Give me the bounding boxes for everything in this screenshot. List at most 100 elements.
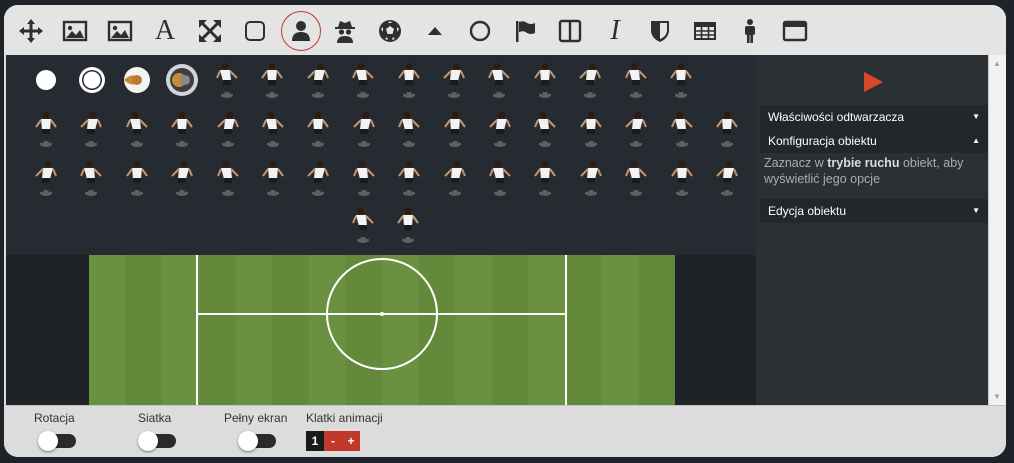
player-sprite-item[interactable]: [392, 109, 426, 149]
player-tool[interactable]: [281, 11, 321, 51]
player-sprite-icon: [670, 111, 693, 147]
player-sprite-item[interactable]: [211, 109, 245, 149]
shield-tool[interactable]: [641, 12, 679, 50]
triangle-icon: [428, 27, 442, 35]
player-sprite-item[interactable]: [347, 158, 381, 198]
player-sprite-item[interactable]: [301, 109, 335, 149]
object-edit-section[interactable]: Edycja obiektu ▼: [760, 199, 988, 223]
image-tool[interactable]: [56, 12, 94, 50]
stage-area: [6, 255, 756, 405]
player-sprite-icon: [443, 111, 466, 147]
player-properties-section[interactable]: Właściwości odtwarzacza ▼: [760, 105, 988, 129]
player-sprite-item[interactable]: [665, 109, 699, 149]
scroll-up-arrow[interactable]: ▲: [993, 59, 1001, 68]
player-sprite-item[interactable]: [619, 60, 653, 100]
spy-icon: [335, 21, 355, 43]
pitch-stripes: [89, 255, 675, 405]
window-tool[interactable]: [776, 12, 814, 50]
player-sprite-item[interactable]: [619, 158, 653, 198]
player-sprite-item[interactable]: [619, 109, 653, 149]
player-sprite-item[interactable]: [74, 158, 108, 198]
player-sprite-item[interactable]: [710, 158, 744, 198]
hint-bold-text: trybie ruchu: [827, 156, 900, 170]
remove-frame-button[interactable]: -: [324, 431, 342, 451]
flag-tool[interactable]: [506, 12, 544, 50]
player-sprite-item[interactable]: [255, 60, 289, 100]
player-sprite-item[interactable]: [392, 158, 426, 198]
ring-dot-item[interactable]: [75, 60, 109, 100]
expand-tool[interactable]: [191, 12, 229, 50]
player-sprite-item[interactable]: [438, 158, 472, 198]
player-sprite-item[interactable]: [573, 60, 607, 100]
player-sprite-icon: [171, 111, 194, 147]
grass-stripe: [565, 255, 603, 405]
player-sprite-item[interactable]: [574, 158, 608, 198]
move-tool[interactable]: [12, 12, 50, 50]
scroll-down-arrow[interactable]: ▼: [993, 392, 1001, 401]
object-config-section[interactable]: Konfiguracja obiektu ▲: [760, 129, 988, 153]
player-sprite-icon: [307, 111, 330, 147]
scrollbar[interactable]: ▲ ▼: [988, 55, 1006, 405]
player-sprite-item[interactable]: [210, 60, 244, 100]
player-sprite-item[interactable]: [256, 109, 290, 149]
player-sprite-item[interactable]: [346, 60, 380, 100]
add-frame-button[interactable]: +: [342, 431, 360, 451]
table-tool[interactable]: [686, 12, 724, 50]
player-sprite-item[interactable]: [710, 109, 744, 149]
player-sprite-item[interactable]: [482, 60, 516, 100]
player-sprite-item[interactable]: [528, 109, 562, 149]
player-sprite-icon: [580, 160, 602, 196]
image-alt-tool[interactable]: [101, 12, 139, 50]
player-sprite-item[interactable]: [483, 109, 517, 149]
football-pitch[interactable]: [89, 255, 675, 405]
toggle-knob: [138, 431, 158, 451]
fullscreen-toggle[interactable]: [238, 431, 276, 451]
player-sprite-item[interactable]: [528, 60, 562, 100]
player-sprite-item[interactable]: [664, 60, 698, 100]
player-sprite-item[interactable]: [391, 205, 425, 245]
player-sprite-item[interactable]: [665, 158, 699, 198]
player-sprite-item[interactable]: [29, 109, 63, 149]
player-sprite-item[interactable]: [211, 158, 245, 198]
rounded-square-icon: [245, 21, 265, 41]
player-sprite-item[interactable]: [528, 158, 562, 198]
referee-tool[interactable]: [326, 12, 364, 50]
player-sprite-item[interactable]: [74, 109, 108, 149]
ball-item[interactable]: [120, 60, 154, 100]
player-sprite-item[interactable]: [120, 109, 154, 149]
player-sprite-item[interactable]: [438, 109, 472, 149]
grid-toggle[interactable]: [138, 431, 176, 451]
centre-spot: [380, 312, 384, 316]
toolbar: A I: [4, 5, 1006, 55]
player-sprite-item[interactable]: [347, 109, 381, 149]
figure-tool[interactable]: [731, 12, 769, 50]
player-sprite-icon: [489, 111, 511, 147]
italic-tool[interactable]: I: [596, 12, 634, 50]
player-sprite-item[interactable]: [437, 60, 471, 100]
player-sprite-icon: [125, 160, 148, 196]
player-sprite-item[interactable]: [483, 158, 517, 198]
ball-tool[interactable]: [371, 12, 409, 50]
circle-icon: [469, 20, 491, 42]
play-icon[interactable]: [862, 71, 884, 93]
player-sprite-item[interactable]: [574, 109, 608, 149]
player-sprite-item[interactable]: [165, 109, 199, 149]
player-sprite-item[interactable]: [301, 158, 335, 198]
player-sprite-item[interactable]: [29, 158, 63, 198]
text-tool[interactable]: A: [146, 12, 184, 50]
circle-tool[interactable]: [461, 12, 499, 50]
triangle-tool[interactable]: [416, 12, 454, 50]
player-sprite-item[interactable]: [120, 158, 154, 198]
grass-stripe: [455, 255, 493, 405]
player-sprite-item[interactable]: [301, 60, 335, 100]
rectangle-tool[interactable]: [236, 12, 274, 50]
player-sprite-item[interactable]: [392, 60, 426, 100]
player-sprite-icon: [352, 62, 374, 98]
ball-selected-item[interactable]: [165, 60, 199, 100]
player-sprite-item[interactable]: [346, 205, 380, 245]
player-sprite-item[interactable]: [256, 158, 290, 198]
rotation-toggle[interactable]: [38, 431, 76, 451]
columns-tool[interactable]: [551, 12, 589, 50]
player-sprite-item[interactable]: [165, 158, 199, 198]
white-dot-item[interactable]: [29, 60, 63, 100]
